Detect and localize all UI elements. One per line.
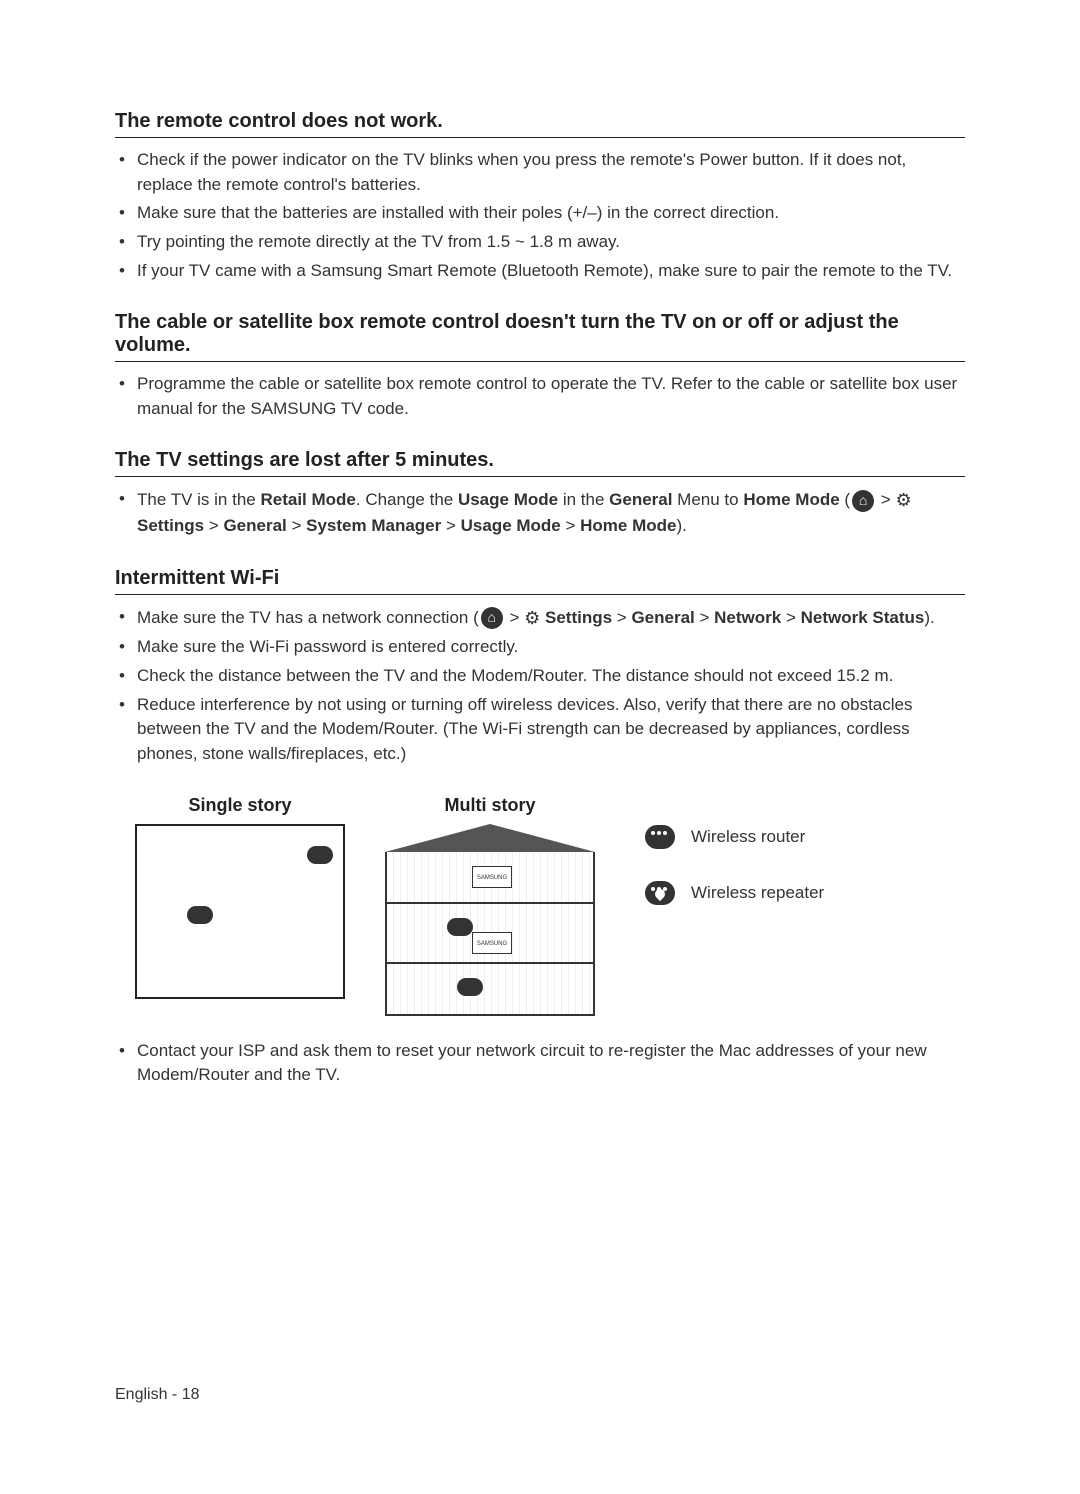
legend-repeater-label: Wireless repeater bbox=[691, 883, 824, 903]
bullet-item: Make sure the Wi-Fi password is entered … bbox=[137, 635, 965, 660]
gear-icon bbox=[895, 487, 911, 514]
section-title: The remote control does not work. bbox=[115, 110, 965, 138]
bullet-item: Reduce interference by not using or turn… bbox=[137, 693, 965, 767]
home-icon bbox=[852, 490, 874, 512]
diagram-label-multi: Multi story bbox=[385, 795, 595, 816]
home-icon bbox=[481, 607, 503, 629]
bullet-item: Check if the power indicator on the TV b… bbox=[137, 148, 965, 197]
wifi-diagram: Single story Multi story SAMSUNGSAMSUNG Wir… bbox=[135, 795, 965, 1009]
diagram-legend: Wireless router Wireless repeater bbox=[645, 825, 824, 905]
legend-router-label: Wireless router bbox=[691, 827, 805, 847]
multi-story-house: SAMSUNGSAMSUNG bbox=[385, 824, 595, 1009]
bullet-item: Programme the cable or satellite box rem… bbox=[137, 372, 965, 421]
diagram-label-single: Single story bbox=[135, 795, 345, 816]
section: The TV settings are lost after 5 minutes… bbox=[115, 449, 965, 538]
repeater-icon bbox=[645, 881, 675, 905]
section-title: The cable or satellite box remote contro… bbox=[115, 311, 965, 362]
single-story-floorplan bbox=[135, 824, 345, 999]
section-title: Intermittent Wi-Fi bbox=[115, 567, 965, 595]
router-icon bbox=[645, 825, 675, 849]
section: The cable or satellite box remote contro… bbox=[115, 311, 965, 421]
bullet-item: Contact your ISP and ask them to reset y… bbox=[137, 1039, 965, 1088]
section: Intermittent Wi-Fi Make sure the TV has a… bbox=[115, 567, 965, 767]
bullet-item: If your TV came with a Samsung Smart Rem… bbox=[137, 259, 965, 284]
page-footer: English - 18 bbox=[115, 1386, 200, 1404]
bullet-item: Try pointing the remote directly at the … bbox=[137, 230, 965, 255]
bullet-item: Check the distance between the TV and th… bbox=[137, 664, 965, 689]
section: The remote control does not work. Check i… bbox=[115, 110, 965, 283]
bullet-item: Make sure the TV has a network connectio… bbox=[137, 605, 965, 632]
bullet-item: Make sure that the batteries are install… bbox=[137, 201, 965, 226]
gear-icon bbox=[524, 605, 540, 632]
bullet-item: The TV is in the Retail Mode. Change the… bbox=[137, 487, 965, 538]
section-title: The TV settings are lost after 5 minutes… bbox=[115, 449, 965, 477]
